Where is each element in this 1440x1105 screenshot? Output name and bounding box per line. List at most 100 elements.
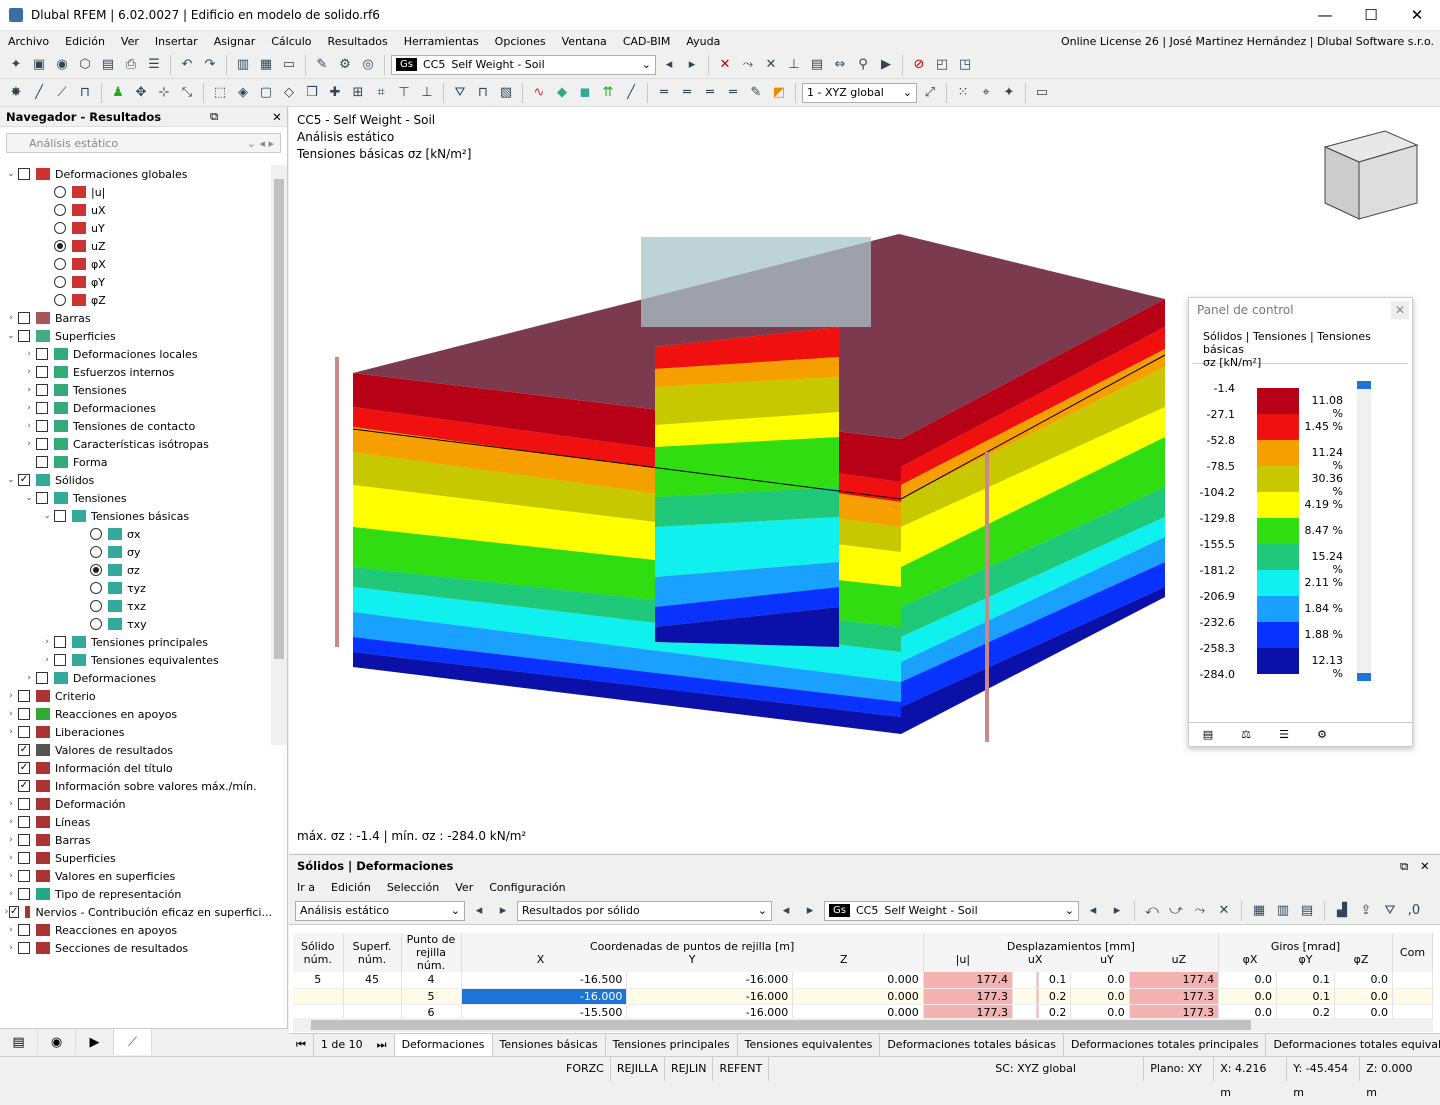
tree-item[interactable]: › Tensiones principales	[0, 633, 272, 651]
tree-item[interactable]: φX	[0, 255, 272, 273]
3d-viewport[interactable]: CC5 - Self Weight - Soil Análisis estáti…	[289, 107, 1440, 853]
table-menu-edicion[interactable]: Edición	[323, 881, 379, 894]
radio-button[interactable]	[54, 240, 66, 252]
person-icon[interactable]: ♟	[108, 83, 128, 103]
expand-icon[interactable]: ›	[40, 637, 54, 647]
first-page-icon[interactable]: ⏮	[289, 1033, 314, 1056]
iso1-icon[interactable]: ═	[654, 83, 674, 103]
tree-item[interactable]: uY	[0, 219, 272, 237]
tree-item[interactable]: › Reacciones en apoyos	[0, 921, 272, 939]
xyz-icon[interactable]: ⤡	[177, 83, 197, 103]
last-page-icon[interactable]: ⏭	[370, 1033, 395, 1056]
target-icon[interactable]: ⌖	[976, 83, 996, 103]
chart-icon[interactable]: ▟	[1332, 901, 1352, 921]
table-cell[interactable]: 177.4	[923, 972, 1014, 989]
animate-icon[interactable]: ▶	[876, 55, 896, 75]
radio-button[interactable]	[90, 582, 102, 594]
table-menu-configuracion[interactable]: Configuración	[481, 881, 573, 894]
expand-icon[interactable]: ›	[4, 709, 18, 719]
prev-icon[interactable]: ◂	[776, 901, 796, 921]
frame-icon[interactable]: ⊓	[473, 83, 493, 103]
tree-item[interactable]: › Deformaciones	[0, 399, 272, 417]
table-cell[interactable]: 177.3	[923, 988, 1014, 1005]
cube2-icon[interactable]: ◳	[955, 55, 975, 75]
tree-item[interactable]: ✓ Información del título	[0, 759, 272, 777]
expand-icon[interactable]: ›	[4, 925, 18, 935]
checkbox[interactable]	[36, 492, 48, 504]
expand-icon[interactable]: ⌄	[4, 169, 18, 179]
cloud-icon[interactable]: ◉	[52, 55, 72, 75]
delete-icon[interactable]: ⊘	[909, 55, 929, 75]
console-icon[interactable]: ▭	[279, 55, 299, 75]
menu-insertar[interactable]: Insertar	[147, 35, 206, 48]
table-cell[interactable]: 4	[401, 972, 462, 989]
table-cell[interactable]: 177.3	[1129, 988, 1220, 1005]
table-cell[interactable]: 0.0	[1218, 988, 1278, 1005]
expand-icon[interactable]: ›	[40, 655, 54, 665]
checkbox[interactable]	[18, 816, 30, 828]
checkbox[interactable]	[18, 798, 30, 810]
radio-button[interactable]	[54, 294, 66, 306]
tree-item[interactable]: › Tensiones equivalentes	[0, 651, 272, 669]
select-in-model-icon[interactable]: ⤺	[1142, 901, 1162, 921]
results-by-select[interactable]: Resultados por sólido ⌄	[517, 900, 772, 921]
menu-ventana[interactable]: Ventana	[554, 35, 615, 48]
table-row[interactable]: 5 45 4 -16.500 -16.000 0.000 177.4 0.1 0.0 177.4 0…	[293, 972, 1433, 989]
filter-icon[interactable]: ⚲	[853, 55, 873, 75]
tab-tensiones-principales[interactable]: Tensiones principales	[606, 1033, 738, 1056]
table-cell[interactable]	[343, 988, 402, 1005]
table-cell[interactable]: 177.4	[1129, 972, 1220, 989]
table-menu-seleccion[interactable]: Selección	[379, 881, 447, 894]
legend-tab-icon[interactable]: ▤	[1189, 723, 1227, 746]
tab-tensiones-equivalentes[interactable]: Tensiones equivalentes	[738, 1033, 881, 1056]
table-cell[interactable]: -16.500	[461, 972, 628, 989]
tree-item[interactable]: |u|	[0, 183, 272, 201]
table-cell[interactable]: 5	[401, 988, 462, 1005]
status-rejilla[interactable]: REJILLA	[611, 1056, 665, 1081]
table-cell[interactable]: -16.000	[626, 972, 794, 989]
view-cube[interactable]	[1323, 130, 1419, 220]
settings-tab-icon[interactable]: ⚙	[1303, 723, 1341, 746]
table-cell[interactable]: 5	[293, 972, 344, 989]
tab-tensiones-basicas[interactable]: Tensiones básicas	[493, 1033, 606, 1056]
next-icon[interactable]: ▸	[1107, 901, 1127, 921]
iso2-icon[interactable]: ═	[677, 83, 697, 103]
next-icon[interactable]: ▸	[800, 901, 820, 921]
checkbox[interactable]: ✓	[18, 474, 30, 486]
dim-icon[interactable]: ⊹	[154, 83, 174, 103]
tree-item[interactable]: τxz	[0, 597, 272, 615]
checkbox[interactable]	[54, 654, 66, 666]
tree-item[interactable]: › Deformaciones locales	[0, 345, 272, 363]
tree-item[interactable]: φZ	[0, 291, 272, 309]
radio-button[interactable]	[54, 222, 66, 234]
open-folder-icon[interactable]: ▣	[29, 55, 49, 75]
mesh-icon[interactable]: ⌗	[371, 83, 391, 103]
table-cell[interactable]: 0.0	[1334, 988, 1394, 1005]
deformation-icon[interactable]: ⤳	[738, 55, 758, 75]
box-icon[interactable]: ▢	[256, 83, 276, 103]
expand-icon[interactable]: ›	[22, 349, 36, 359]
table-menu-ir-a[interactable]: Ir a	[289, 881, 323, 894]
checkbox[interactable]	[18, 924, 30, 936]
radio-button[interactable]	[90, 618, 102, 630]
tab-deformaciones-totales-basicas[interactable]: Deformaciones totales básicas	[880, 1033, 1064, 1056]
arrows-icon[interactable]: ⇈	[598, 83, 618, 103]
new-file-icon[interactable]: ✦	[6, 55, 26, 75]
tree-item[interactable]: σx	[0, 525, 272, 543]
tree-item[interactable]: › Esfuerzos internos	[0, 363, 272, 381]
legend-range-slider[interactable]	[1357, 381, 1371, 681]
prev-lc-icon[interactable]: ◂	[659, 55, 679, 75]
load-case-select[interactable]: Gs CC5 Self Weight - Soil ⌄	[391, 54, 656, 75]
values-icon[interactable]: ✕	[761, 55, 781, 75]
table-cell[interactable]: -16.000	[461, 988, 628, 1005]
tree-item[interactable]: Forma	[0, 453, 272, 471]
view-icon[interactable]: ✦	[999, 83, 1019, 103]
model-icon[interactable]: ⬡	[75, 55, 95, 75]
table-cell[interactable]: 0.1	[1012, 972, 1072, 989]
expand-icon[interactable]: ›	[22, 367, 36, 377]
table-cell[interactable]: 0.0	[1070, 972, 1130, 989]
solid-icon[interactable]: ◼	[575, 83, 595, 103]
expand-icon[interactable]: ›	[22, 421, 36, 431]
section-icon[interactable]: ▤	[807, 55, 827, 75]
table-icon[interactable]: ▦	[1249, 901, 1269, 921]
